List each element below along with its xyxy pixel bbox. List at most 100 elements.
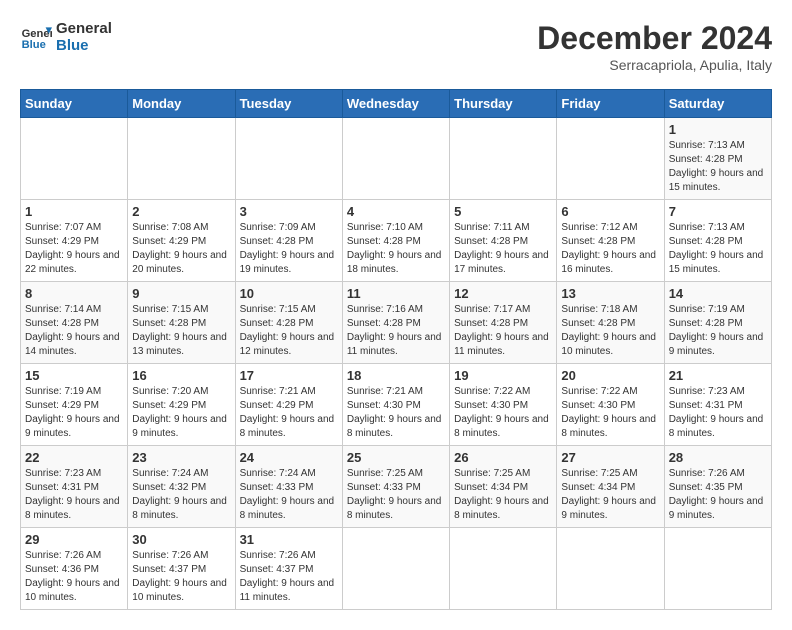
calendar-cell bbox=[128, 118, 235, 200]
day-info: Sunrise: 7:14 AMSunset: 4:28 PMDaylight:… bbox=[25, 303, 123, 359]
day-number: 25 bbox=[347, 450, 445, 465]
logo: General Blue General Blue bbox=[20, 20, 112, 54]
day-info: Sunrise: 7:21 AMSunset: 4:30 PMDaylight:… bbox=[347, 385, 445, 441]
calendar-cell: 10 Sunrise: 7:15 AMSunset: 4:28 PMDayligh… bbox=[235, 282, 342, 364]
calendar-cell: 22Sunrise: 7:23 AMSunset: 4:31 PMDayligh… bbox=[21, 446, 128, 528]
day-info: Sunrise: 7:26 AMSunset: 4:37 PMDaylight:… bbox=[240, 549, 338, 605]
header-day-saturday: Saturday bbox=[664, 90, 771, 118]
day-number: 31 bbox=[240, 532, 338, 547]
day-info: Sunrise: 7:26 AMSunset: 4:35 PMDaylight:… bbox=[669, 467, 767, 523]
calendar-cell: 1Sunrise: 7:07 AMSunset: 4:29 PMDaylight… bbox=[21, 200, 128, 282]
day-info: Sunrise: 7:17 AMSunset: 4:28 PMDaylight:… bbox=[454, 303, 552, 359]
day-number: 4 bbox=[347, 204, 445, 219]
day-info: Sunrise: 7:22 AMSunset: 4:30 PMDaylight:… bbox=[561, 385, 659, 441]
day-info: Sunrise: 7:19 AMSunset: 4:28 PMDaylight:… bbox=[669, 303, 767, 359]
day-number: 8 bbox=[25, 286, 123, 301]
header-day-thursday: Thursday bbox=[450, 90, 557, 118]
calendar-cell: 26 Sunrise: 7:25 AMSunset: 4:34 PMDayligh… bbox=[450, 446, 557, 528]
day-number: 7 bbox=[669, 204, 767, 219]
calendar-cell: 23Sunrise: 7:24 AMSunset: 4:32 PMDayligh… bbox=[128, 446, 235, 528]
calendar-week-1: 1 Sunrise: 7:13 AMSunset: 4:28 PMDaylight… bbox=[21, 118, 772, 200]
calendar-body: 1 Sunrise: 7:13 AMSunset: 4:28 PMDaylight… bbox=[21, 118, 772, 610]
calendar-cell: 18Sunrise: 7:21 AMSunset: 4:30 PMDayligh… bbox=[342, 364, 449, 446]
day-number: 28 bbox=[669, 450, 767, 465]
day-number: 1 bbox=[669, 122, 767, 137]
calendar-cell bbox=[557, 528, 664, 610]
day-info: Sunrise: 7:15 AMSunset: 4:28 PMDaylight:… bbox=[132, 303, 230, 359]
day-info: Sunrise: 7:24 AMSunset: 4:33 PMDaylight:… bbox=[240, 467, 338, 523]
day-number: 19 bbox=[454, 368, 552, 383]
day-info: Sunrise: 7:16 AMSunset: 4:28 PMDaylight:… bbox=[347, 303, 445, 359]
calendar-week-6: 29 Sunrise: 7:26 AMSunset: 4:36 PMDayligh… bbox=[21, 528, 772, 610]
calendar-cell bbox=[557, 118, 664, 200]
day-info: Sunrise: 7:25 AMSunset: 4:34 PMDaylight:… bbox=[561, 467, 659, 523]
day-number: 16 bbox=[132, 368, 230, 383]
calendar-week-2: 1Sunrise: 7:07 AMSunset: 4:29 PMDaylight… bbox=[21, 200, 772, 282]
day-number: 11 bbox=[347, 286, 445, 301]
day-number: 26 bbox=[454, 450, 552, 465]
day-info: Sunrise: 7:25 AMSunset: 4:33 PMDaylight:… bbox=[347, 467, 445, 523]
month-title: December 2024 bbox=[537, 20, 772, 57]
calendar-cell: 30 Sunrise: 7:26 AMSunset: 4:37 PMDayligh… bbox=[128, 528, 235, 610]
calendar-cell: 7 Sunrise: 7:13 AMSunset: 4:28 PMDaylight… bbox=[664, 200, 771, 282]
day-info: Sunrise: 7:13 AMSunset: 4:28 PMDaylight:… bbox=[669, 139, 767, 195]
calendar-cell: 29 Sunrise: 7:26 AMSunset: 4:36 PMDayligh… bbox=[21, 528, 128, 610]
calendar-cell: 21 Sunrise: 7:23 AMSunset: 4:31 PMDayligh… bbox=[664, 364, 771, 446]
calendar-cell: 4Sunrise: 7:10 AMSunset: 4:28 PMDaylight… bbox=[342, 200, 449, 282]
day-info: Sunrise: 7:26 AMSunset: 4:37 PMDaylight:… bbox=[132, 549, 230, 605]
day-info: Sunrise: 7:12 AMSunset: 4:28 PMDaylight:… bbox=[561, 221, 659, 277]
day-number: 29 bbox=[25, 532, 123, 547]
day-number: 22 bbox=[25, 450, 123, 465]
day-info: Sunrise: 7:11 AMSunset: 4:28 PMDaylight:… bbox=[454, 221, 552, 277]
calendar-week-4: 15 Sunrise: 7:19 AMSunset: 4:29 PMDayligh… bbox=[21, 364, 772, 446]
day-number: 21 bbox=[669, 368, 767, 383]
page-header: General Blue General Blue December 2024 … bbox=[20, 20, 772, 73]
day-number: 13 bbox=[561, 286, 659, 301]
calendar-cell: 8 Sunrise: 7:14 AMSunset: 4:28 PMDaylight… bbox=[21, 282, 128, 364]
day-info: Sunrise: 7:21 AMSunset: 4:29 PMDaylight:… bbox=[240, 385, 338, 441]
day-number: 20 bbox=[561, 368, 659, 383]
calendar-cell: 17Sunrise: 7:21 AMSunset: 4:29 PMDayligh… bbox=[235, 364, 342, 446]
day-info: Sunrise: 7:24 AMSunset: 4:32 PMDaylight:… bbox=[132, 467, 230, 523]
calendar-cell: 16 Sunrise: 7:20 AMSunset: 4:29 PMDayligh… bbox=[128, 364, 235, 446]
day-number: 15 bbox=[25, 368, 123, 383]
calendar-cell bbox=[450, 528, 557, 610]
title-block: December 2024 Serracapriola, Apulia, Ita… bbox=[537, 20, 772, 73]
calendar-table: SundayMondayTuesdayWednesdayThursdayFrid… bbox=[20, 89, 772, 610]
day-number: 30 bbox=[132, 532, 230, 547]
calendar-cell: 12 Sunrise: 7:17 AMSunset: 4:28 PMDayligh… bbox=[450, 282, 557, 364]
day-number: 2 bbox=[132, 204, 230, 219]
calendar-cell: 1 Sunrise: 7:13 AMSunset: 4:28 PMDaylight… bbox=[664, 118, 771, 200]
calendar-cell: 24Sunrise: 7:24 AMSunset: 4:33 PMDayligh… bbox=[235, 446, 342, 528]
calendar-cell bbox=[235, 118, 342, 200]
day-info: Sunrise: 7:26 AMSunset: 4:36 PMDaylight:… bbox=[25, 549, 123, 605]
day-info: Sunrise: 7:25 AMSunset: 4:34 PMDaylight:… bbox=[454, 467, 552, 523]
calendar-cell bbox=[450, 118, 557, 200]
calendar-cell: 5Sunrise: 7:11 AMSunset: 4:28 PMDaylight… bbox=[450, 200, 557, 282]
day-number: 14 bbox=[669, 286, 767, 301]
calendar-cell: 27Sunrise: 7:25 AMSunset: 4:34 PMDayligh… bbox=[557, 446, 664, 528]
calendar-cell: 9Sunrise: 7:15 AMSunset: 4:28 PMDaylight… bbox=[128, 282, 235, 364]
day-info: Sunrise: 7:08 AMSunset: 4:29 PMDaylight:… bbox=[132, 221, 230, 277]
location: Serracapriola, Apulia, Italy bbox=[537, 57, 772, 73]
day-number: 3 bbox=[240, 204, 338, 219]
calendar-week-3: 8 Sunrise: 7:14 AMSunset: 4:28 PMDaylight… bbox=[21, 282, 772, 364]
calendar-cell: 15 Sunrise: 7:19 AMSunset: 4:29 PMDayligh… bbox=[21, 364, 128, 446]
header-row: SundayMondayTuesdayWednesdayThursdayFrid… bbox=[21, 90, 772, 118]
calendar-cell bbox=[342, 118, 449, 200]
calendar-cell: 14 Sunrise: 7:19 AMSunset: 4:28 PMDayligh… bbox=[664, 282, 771, 364]
day-info: Sunrise: 7:15 AMSunset: 4:28 PMDaylight:… bbox=[240, 303, 338, 359]
day-info: Sunrise: 7:23 AMSunset: 4:31 PMDaylight:… bbox=[669, 385, 767, 441]
calendar-cell: 11 Sunrise: 7:16 AMSunset: 4:28 PMDayligh… bbox=[342, 282, 449, 364]
header-day-tuesday: Tuesday bbox=[235, 90, 342, 118]
calendar-cell: 3Sunrise: 7:09 AMSunset: 4:28 PMDaylight… bbox=[235, 200, 342, 282]
day-number: 10 bbox=[240, 286, 338, 301]
day-info: Sunrise: 7:20 AMSunset: 4:29 PMDaylight:… bbox=[132, 385, 230, 441]
day-number: 12 bbox=[454, 286, 552, 301]
logo-text-line2: Blue bbox=[56, 37, 112, 54]
day-info: Sunrise: 7:19 AMSunset: 4:29 PMDaylight:… bbox=[25, 385, 123, 441]
calendar-cell bbox=[21, 118, 128, 200]
header-day-monday: Monday bbox=[128, 90, 235, 118]
day-info: Sunrise: 7:13 AMSunset: 4:28 PMDaylight:… bbox=[669, 221, 767, 277]
calendar-cell: 31 Sunrise: 7:26 AMSunset: 4:37 PMDayligh… bbox=[235, 528, 342, 610]
